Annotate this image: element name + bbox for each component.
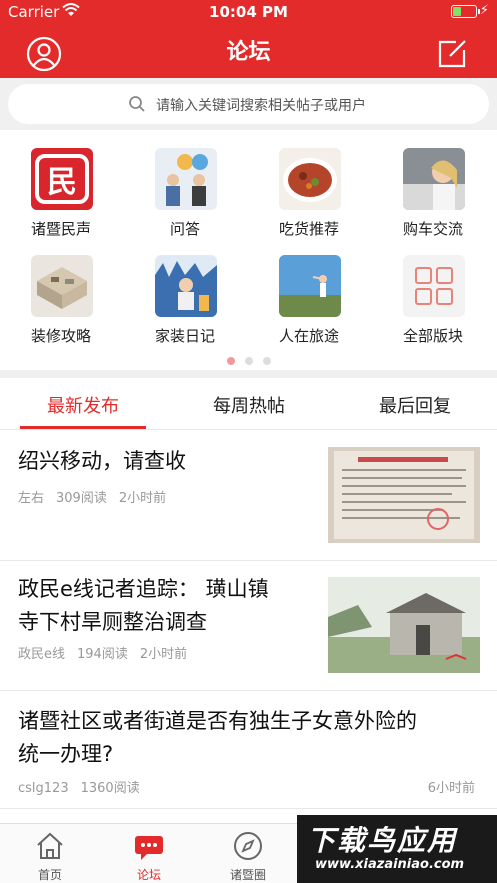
chat-bubble-icon xyxy=(135,836,163,860)
category-renovation[interactable]: 装修攻略 xyxy=(11,237,111,345)
post-thumbnail xyxy=(328,577,480,673)
page-title: 论坛 xyxy=(226,40,271,65)
battery-icon xyxy=(451,5,480,18)
category-grid: 民 诸暨民声 问答 吃货推荐 购车交流 装修攻略 家装日记 人在旅途 全部版块 xyxy=(0,130,497,370)
post-title: 绍兴移动，请查收 xyxy=(18,449,186,473)
travel-sky-image xyxy=(279,255,341,317)
post-thumbnail xyxy=(328,447,480,543)
home-decor-image xyxy=(155,255,217,317)
post-title: 政民e线记者追踪： 璜山镇 寺下村旱厕整治调查 xyxy=(18,573,269,639)
tabbar-forum[interactable]: 论坛 xyxy=(99,824,199,883)
post-author: 左右 xyxy=(18,491,45,506)
post-item[interactable]: 诸暨社区或者街道是否有独生子女意外险的 统一办理? cslg123 1360阅读 … xyxy=(0,691,497,809)
edit-square-icon[interactable] xyxy=(436,38,468,70)
category-label: 人在旅途 xyxy=(278,327,339,345)
active-tab-indicator xyxy=(20,426,146,429)
home-icon xyxy=(37,832,63,859)
post-time: 6小时前 xyxy=(427,781,475,796)
page-dot[interactable] xyxy=(244,357,253,365)
status-time: 10:04 PM xyxy=(209,3,288,21)
post-reads: 194阅读 xyxy=(77,647,128,662)
watermark-title: 下载鸟应用 xyxy=(307,824,458,857)
post-time: 2小时前 xyxy=(139,647,188,662)
post-tabs: 最新发布 每周热帖 最后回复 xyxy=(0,378,497,430)
post-title-line: 统一办理? xyxy=(18,742,114,766)
post-meta: 左右 309阅读 2小时前 xyxy=(18,487,178,506)
category-label: 装修攻略 xyxy=(30,327,91,345)
post-author: 政民e线 xyxy=(18,647,65,662)
search-icon xyxy=(129,96,145,112)
post-meta: 政民e线 194阅读 2小时前 xyxy=(18,643,199,662)
status-bar: Carrier 10:04 PM ⚡ xyxy=(0,0,497,24)
search-input[interactable]: 请输入关键词搜索相关帖子或用户 xyxy=(8,84,489,124)
post-item[interactable]: 政民e线记者追踪： 璜山镇 寺下村旱厕整治调查 政民e线 194阅读 2小时前 xyxy=(0,561,497,691)
post-item[interactable]: 绍兴移动，请查收 左右 309阅读 2小时前 xyxy=(0,431,497,561)
page-dot[interactable] xyxy=(262,357,271,365)
tabbar-zhuji-circle[interactable]: 诸暨圈 xyxy=(198,824,298,883)
category-label: 购车交流 xyxy=(402,220,463,238)
page-indicator xyxy=(0,350,497,369)
page-dot[interactable] xyxy=(226,357,235,365)
category-label: 问答 xyxy=(169,220,200,238)
category-qa[interactable]: 问答 xyxy=(135,130,235,238)
compass-icon xyxy=(234,832,262,860)
tabbar-label: 首页 xyxy=(37,868,62,882)
category-car[interactable]: 购车交流 xyxy=(383,130,483,238)
category-label: 诸暨民声 xyxy=(30,220,91,238)
svg-text:民: 民 xyxy=(47,165,77,200)
post-meta: cslg123 1360阅读 xyxy=(18,777,152,796)
food-dish-image xyxy=(279,148,341,210)
category-home-diary[interactable]: 家装日记 xyxy=(135,237,235,345)
charging-icon: ⚡ xyxy=(479,3,489,18)
post-reads: 309阅读 xyxy=(56,491,107,506)
post-title-line: 政民e线记者追踪： 璜山镇 xyxy=(18,577,269,601)
watermark-logo: 下载鸟应用 www.xiazainiao.com xyxy=(297,815,497,883)
post-title-line: 寺下村旱厕整治调查 xyxy=(18,610,207,634)
zhuji-minsheng-logo: 民 xyxy=(31,148,93,210)
tab-weekly-hot[interactable]: 每周热帖 xyxy=(166,392,332,418)
tabbar-home[interactable]: 首页 xyxy=(0,824,100,883)
search-placeholder: 请输入关键词搜索相关帖子或用户 xyxy=(156,98,366,114)
tab-latest[interactable]: 最新发布 xyxy=(0,392,166,418)
post-reads: 1360阅读 xyxy=(80,781,140,796)
section-divider xyxy=(0,370,497,378)
search-bar-area: 请输入关键词搜索相关帖子或用户 xyxy=(0,78,497,130)
category-travel[interactable]: 人在旅途 xyxy=(259,237,359,345)
post-time: 2小时前 xyxy=(118,491,167,506)
watermark-url: www.xiazainiao.com xyxy=(315,857,465,872)
car-woman-image xyxy=(403,148,465,210)
category-food[interactable]: 吃货推荐 xyxy=(259,130,359,238)
post-author: cslg123 xyxy=(18,781,69,796)
category-label: 全部版块 xyxy=(402,327,463,345)
category-all-sections[interactable]: 全部版块 xyxy=(383,237,483,345)
room-plan-image xyxy=(31,255,93,317)
category-label: 吃货推荐 xyxy=(278,220,339,238)
qa-people-icon xyxy=(155,148,217,210)
post-title-line: 诸暨社区或者街道是否有独生子女意外险的 xyxy=(18,709,417,733)
tab-last-reply[interactable]: 最后回复 xyxy=(332,392,497,418)
category-label: 家装日记 xyxy=(154,327,215,345)
category-zhuji-minsheng[interactable]: 民 诸暨民声 xyxy=(11,130,111,238)
tabbar-label: 论坛 xyxy=(136,868,161,882)
grid-four-icon xyxy=(403,255,465,317)
tabbar-label: 诸暨圈 xyxy=(229,868,266,882)
post-title: 诸暨社区或者街道是否有独生子女意外险的 统一办理? xyxy=(18,705,417,771)
